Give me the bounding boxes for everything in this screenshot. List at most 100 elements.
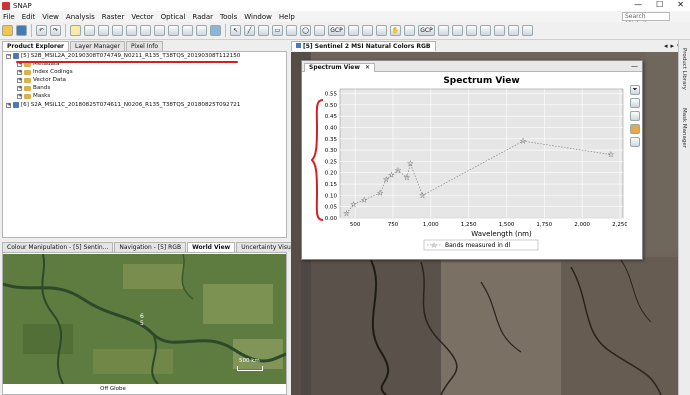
rectangle-tool-icon[interactable]: ▭ xyxy=(272,25,283,36)
undo-icon[interactable]: ↶ xyxy=(36,25,47,36)
tree-item-masks[interactable]: + Masks xyxy=(17,92,50,100)
minimize-button[interactable]: — xyxy=(634,0,642,9)
mask-manager-tab[interactable]: Mask Manager xyxy=(681,108,687,148)
tree-item-index-codings[interactable]: + Index Codings xyxy=(17,68,73,76)
band-maths-icon[interactable] xyxy=(70,25,81,36)
menu-file[interactable]: File xyxy=(3,13,15,21)
show-grid-icon[interactable] xyxy=(630,124,640,134)
image-view-icon[interactable] xyxy=(84,25,95,36)
menu-radar[interactable]: Radar xyxy=(192,13,213,21)
sync-cursor-icon[interactable] xyxy=(480,25,491,36)
tile-windows-icon[interactable] xyxy=(508,25,519,36)
pin-manager-icon[interactable] xyxy=(404,25,415,36)
folder-icon xyxy=(24,69,31,75)
tree-item-vector-data[interactable]: + Vector Data xyxy=(17,76,66,84)
histogram-icon[interactable] xyxy=(112,25,123,36)
layer-editor-icon[interactable] xyxy=(438,25,449,36)
menu-raster[interactable]: Raster xyxy=(102,13,125,21)
mask-manager-icon[interactable] xyxy=(452,25,463,36)
tree-item-product-6[interactable]: + [6] S2A_MSIL1C_20180825T074611_N0206_R… xyxy=(6,101,240,109)
tab-pixel-info[interactable]: Pixel Info xyxy=(125,41,164,51)
data-point-star: ☆ xyxy=(394,166,401,175)
folder-icon xyxy=(24,93,31,99)
menu-analysis[interactable]: Analysis xyxy=(66,13,95,21)
export-icon[interactable] xyxy=(630,137,640,147)
tree-item-product-5[interactable]: − [5] S2B_MSIL2A_20190308T074749_N0211_R… xyxy=(6,52,240,60)
tree-item-bands[interactable]: + Bands xyxy=(17,84,50,92)
close-tab-icon[interactable]: ✕ xyxy=(365,64,370,71)
y-tick-label: 0.55 xyxy=(325,92,338,98)
polyline-tool-icon[interactable] xyxy=(258,25,269,36)
tree-item-label: Bands xyxy=(33,85,51,91)
app-title: SNAP xyxy=(13,1,32,10)
menu-help[interactable]: Help xyxy=(279,13,295,21)
pin-tool-icon[interactable] xyxy=(314,25,325,36)
zoom-tool-icon[interactable] xyxy=(376,25,387,36)
image-view-tabs: [5] Sentinel 2 MSI Natural Colors RGB xyxy=(291,41,437,51)
expand-toggle[interactable]: + xyxy=(17,85,22,91)
menu-vector[interactable]: Vector xyxy=(131,13,153,21)
save-icon[interactable] xyxy=(16,25,27,36)
expand-toggle[interactable]: + xyxy=(17,69,22,75)
main-toolbar: ↶ ↷ ↖ ╱ ▭ ◯ GCP ✋ GCP xyxy=(0,22,690,40)
data-point-star: ☆ xyxy=(520,137,527,146)
tab-image-view[interactable]: [5] Sentinel 2 MSI Natural Colors RGB xyxy=(291,41,436,51)
spectrum-icon[interactable] xyxy=(154,25,165,36)
minimize-window-icon[interactable]: — xyxy=(631,62,638,70)
range-finder-icon[interactable] xyxy=(362,25,373,36)
world-map-icon[interactable] xyxy=(210,25,221,36)
open-product-icon[interactable] xyxy=(2,25,13,36)
product-library-tab[interactable]: Product Library xyxy=(681,48,687,90)
overlay-icon[interactable] xyxy=(494,25,505,36)
statistics-icon[interactable] xyxy=(182,25,193,36)
pan-tool-icon[interactable]: ✋ xyxy=(390,25,401,36)
tab-spectrum-view[interactable]: Spectrum View ✕ xyxy=(304,63,376,72)
information-icon[interactable] xyxy=(168,25,179,36)
rgb-view-icon[interactable] xyxy=(98,25,109,36)
scatter-plot-icon[interactable] xyxy=(126,25,137,36)
image-view-icon xyxy=(296,43,301,48)
data-point-star: ☆ xyxy=(350,200,357,209)
menu-window[interactable]: Window xyxy=(244,13,272,21)
show-spectra-icon[interactable] xyxy=(630,98,640,108)
tab-colour-manipulation[interactable]: Colour Manipulation - [5] Sentin... xyxy=(2,242,114,252)
ellipse-tool-icon[interactable]: ◯ xyxy=(300,25,311,36)
expand-toggle[interactable]: + xyxy=(17,93,22,99)
left-bottom-tabs: Colour Manipulation - [5] Sentin... Navi… xyxy=(2,242,322,252)
search-input[interactable]: Search (Ctrl+I) xyxy=(622,12,670,28)
tab-navigation[interactable]: Navigation - [5] RGB xyxy=(114,242,187,252)
y-tick-label: 0.45 xyxy=(325,114,338,120)
tab-layer-manager[interactable]: Layer Manager xyxy=(70,41,125,51)
line-tool-icon[interactable]: ╱ xyxy=(244,25,255,36)
menu-view[interactable]: View xyxy=(42,13,59,21)
sync-views-icon[interactable] xyxy=(466,25,477,36)
redo-icon[interactable]: ↷ xyxy=(50,25,61,36)
annotation-underline xyxy=(16,61,238,63)
tab-world-view[interactable]: World View xyxy=(187,242,236,252)
toolbar-divider xyxy=(31,24,32,37)
gcp-manager-icon[interactable]: GCP xyxy=(418,25,435,36)
close-all-icon[interactable] xyxy=(522,25,533,36)
expand-toggle[interactable]: + xyxy=(6,102,11,108)
tab-label: [5] Sentinel 2 MSI Natural Colors RGB xyxy=(303,43,431,50)
menu-tools[interactable]: Tools xyxy=(220,13,237,21)
menu-edit[interactable]: Edit xyxy=(22,13,36,21)
collapse-toggle[interactable]: − xyxy=(6,53,11,59)
show-all-spectra-icon[interactable] xyxy=(630,111,640,121)
time-series-icon[interactable] xyxy=(196,25,207,36)
magic-wand-icon[interactable] xyxy=(348,25,359,36)
snap-logo-icon xyxy=(2,1,10,10)
expand-toggle[interactable]: + xyxy=(17,77,22,83)
close-button[interactable]: ✕ xyxy=(677,0,684,9)
filter-bands-icon[interactable]: ⏷ xyxy=(630,85,640,95)
world-view-map[interactable]: 6 5 500 km xyxy=(3,254,286,384)
polygon-tool-icon[interactable] xyxy=(286,25,297,36)
product-explorer-panel: − [5] S2B_MSIL2A_20190308T074749_N0211_R… xyxy=(2,51,287,238)
maximize-button[interactable]: ☐ xyxy=(656,0,663,9)
select-tool-icon[interactable]: ↖ xyxy=(230,25,241,36)
menu-optical[interactable]: Optical xyxy=(161,13,186,21)
gcp-tool-icon[interactable]: GCP xyxy=(328,25,345,36)
profile-plot-icon[interactable] xyxy=(140,25,151,36)
y-tick-label: 0.25 xyxy=(325,159,338,165)
tab-product-explorer[interactable]: Product Explorer xyxy=(2,41,69,51)
